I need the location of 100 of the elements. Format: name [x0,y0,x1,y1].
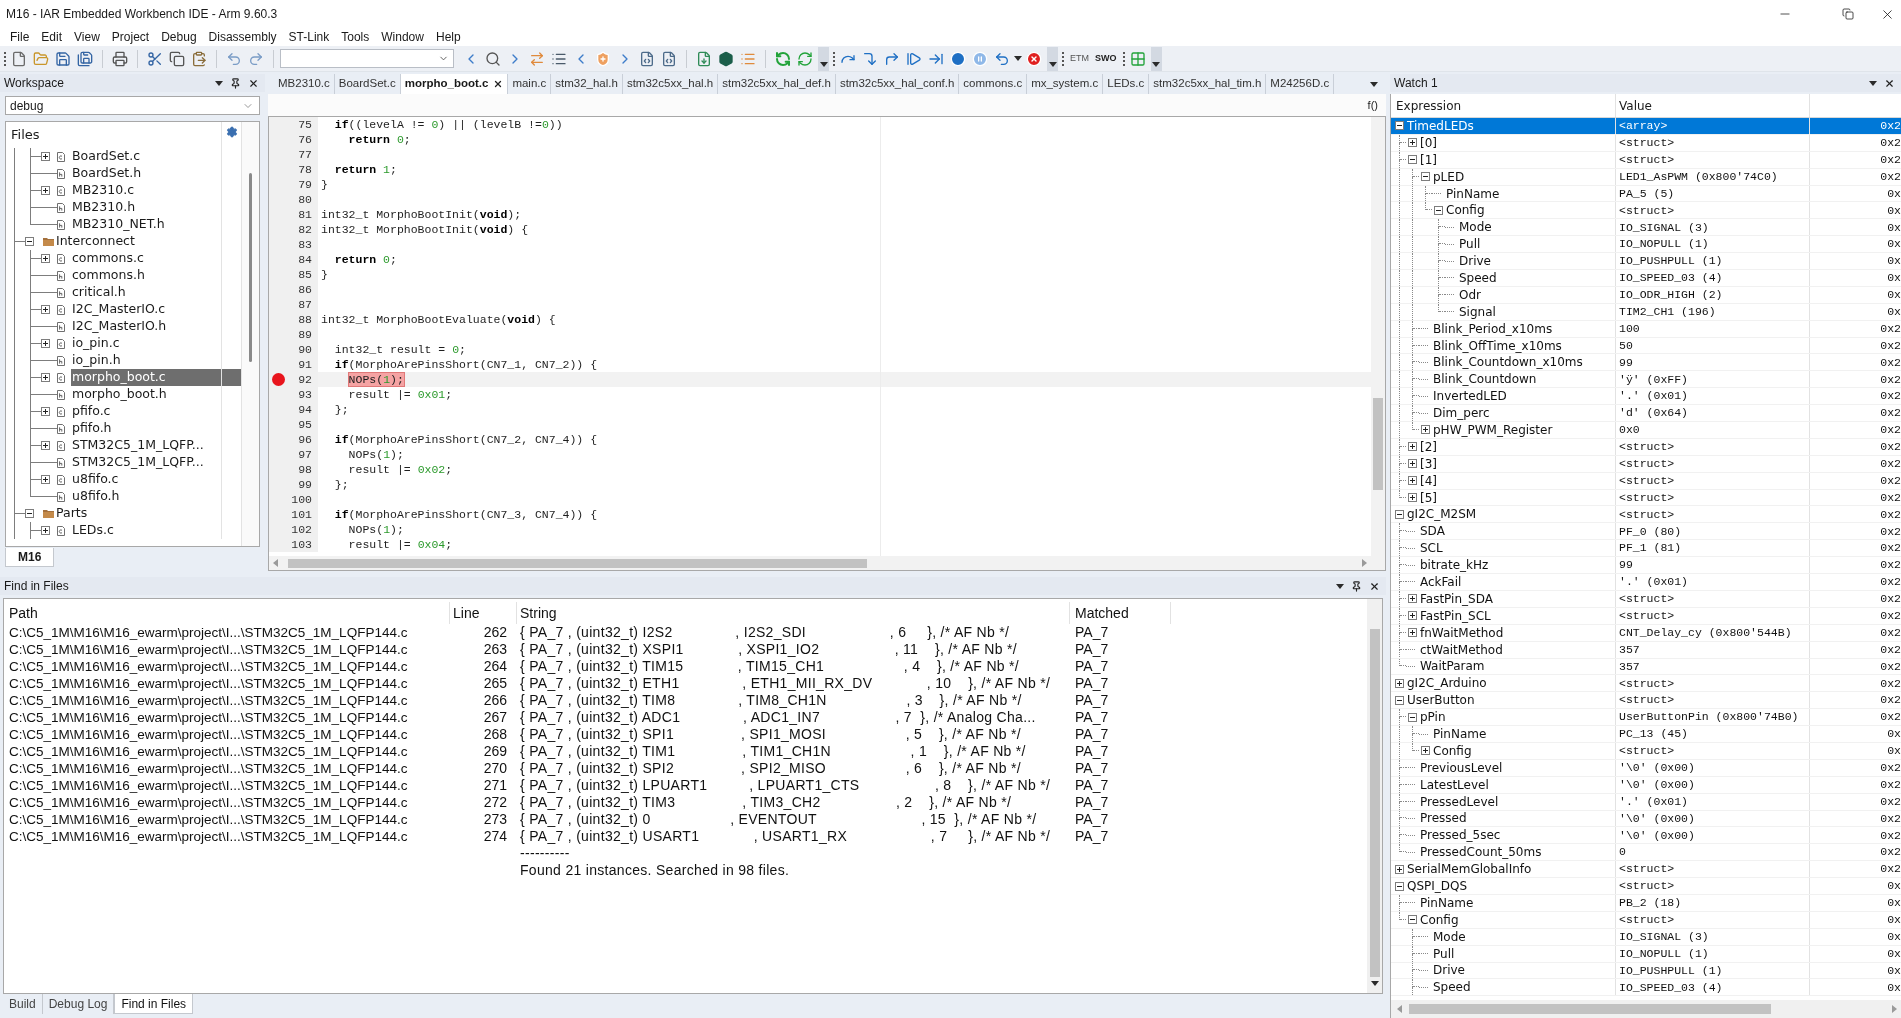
watch-row[interactable]: Mode IO_SIGNAL (3) 0x [1391,219,1901,237]
scrollbar-thumb[interactable] [1373,398,1383,490]
menu-item[interactable]: View [68,29,106,45]
column-header[interactable]: Files [11,125,40,145]
close-icon[interactable] [248,77,259,89]
panel-tab[interactable]: Build [3,994,43,1014]
return-arrow-icon[interactable] [994,50,1010,67]
watch-row[interactable]: UserButton <struct> 0x2 [1391,692,1901,710]
minus-box-icon[interactable] [1395,695,1404,705]
search-icon[interactable] [485,50,501,67]
watch-row[interactable]: Speed IO_SPEED_03 (4) 0x [1391,979,1901,997]
plus-box-icon[interactable] [1395,678,1404,688]
plus-box-icon[interactable] [1408,594,1417,604]
overflow-arrow-icon[interactable] [1048,61,1057,67]
menu-item[interactable]: Edit [35,29,69,45]
result-row[interactable]: C:\C5_1M\M16\M16_ewarm\project\I...\STM32C5_1M_LQFP144.c 272 { PA_7 , (uint32_t) TIM3 , TIM3_CH2 , 2 }, /* AF Nb */ PA_7 [4,794,1367,811]
column-header[interactable]: Expression [1396,96,1462,115]
menu-item[interactable]: File [4,29,36,45]
result-row[interactable]: C:\C5_1M\M16\M16_ewarm\project\I...\STM32C5_1M_LQFP144.c 269 { PA_7 , (uint32_t) TIM1 , TIM1_CH1N , 1 }, /* AF Nb */ PA_7 [4,743,1367,760]
watch-row[interactable]: Speed IO_SPEED_03 (4) 0x [1391,270,1901,287]
result-row[interactable]: C:\C5_1M\M16\M16_ewarm\project\I...\STM32C5_1M_LQFP144.c 263 { PA_7 , (uint32_t) XSPI1 , XSPI1_IO2 , 11 }, /* AF Nb */ PA_7 [4,641,1367,658]
scrollbar-thumb[interactable] [249,173,252,362]
menu-item[interactable]: Tools [335,29,376,45]
printer-icon[interactable] [112,50,128,67]
watch-row[interactable]: SCL PF_1 (81) 0x2 [1391,540,1901,558]
plus-box-icon[interactable] [1408,442,1417,452]
clipboard-icon[interactable] [191,50,207,67]
corner-arrow-icon[interactable] [862,50,878,67]
close-icon[interactable] [1884,77,1895,89]
breakpoint-icon[interactable] [271,373,285,386]
minus-box-icon[interactable] [1395,121,1404,131]
plus-box-icon[interactable] [41,407,50,416]
plus-box-icon[interactable] [41,526,50,535]
plus-box-icon[interactable] [41,254,50,263]
plus-box-icon[interactable] [1421,746,1430,756]
scissors-icon[interactable] [147,50,163,67]
watch-row[interactable]: Config <struct> 0x [1391,202,1901,220]
watch-row[interactable]: Blink_Countdown 'ÿ' (0xFF) 0x2 [1391,371,1901,389]
column-header[interactable]: Path [9,602,38,624]
watch-row[interactable]: pPin UserButtonPin (0x800'74B0) 0x2 [1391,709,1901,727]
close-icon[interactable] [1369,580,1380,592]
minus-box-icon[interactable] [1421,172,1430,182]
combo-field[interactable] [280,49,454,68]
play-icon[interactable] [950,50,966,67]
watch-row[interactable]: SerialMemGlobalInfo <struct> 0x2 [1391,861,1901,879]
toolbar-handle[interactable] [1150,46,1162,71]
column-header[interactable]: Line [453,602,480,624]
plus-box-icon[interactable] [41,339,50,348]
result-row[interactable]: C:\C5_1M\M16\M16_ewarm\project\I...\STM32C5_1M_LQFP144.c 268 { PA_7 , (uint32_t) SPI1 , SPI1_MOSI , 5 }, /* AF Nb */ PA_7 [4,726,1367,743]
minus-box-icon[interactable] [1434,205,1443,215]
plus-box-icon[interactable] [1408,138,1417,148]
watch-row[interactable]: pHW_PWM_Register 0x0 0x2 [1391,422,1901,439]
result-row[interactable]: C:\C5_1M\M16\M16_ewarm\project\I...\STM32C5_1M_LQFP144.c 271 { PA_7 , (uint32_t) LPUART1 , LPUART1_CTS , 8 }, /* AF Nb */ PA_7 [4,777,1367,794]
tree-item[interactable]: morpho_boot.c [71,369,241,386]
watch-row[interactable]: Pressed_5sec '\0' (0x00) 0x2 [1391,827,1901,845]
trace-button[interactable]: SWO [1094,50,1118,67]
scrollbar-thumb[interactable] [1369,629,1380,977]
configuration-dropdown[interactable]: debug [5,96,260,115]
plus-box-icon[interactable] [41,373,50,382]
copy-icon[interactable] [169,50,185,67]
watch-row[interactable]: QSPI_DQS <struct> 0x [1391,878,1901,895]
save-icon[interactable] [55,50,71,67]
plus-box-icon[interactable] [41,186,50,195]
watch-row[interactable]: AckFail '.' (0x01) 0x2 [1391,574,1901,591]
watch-row[interactable]: SDA PF_0 (80) 0x2 [1391,523,1901,541]
overflow-arrow-icon[interactable] [819,61,828,67]
minus-box-icon[interactable] [1408,712,1417,722]
watch-row[interactable]: TimedLEDs <array> 0x2 [1391,118,1901,135]
function-button[interactable]: f() [1365,99,1380,111]
file-code-icon[interactable] [639,50,655,67]
watch-row[interactable]: Blink_Countdown_x10ms 99 0x2 [1391,354,1901,372]
dropdown-arrow-icon[interactable] [1336,583,1344,589]
minus-box-icon[interactable] [25,509,34,518]
scrollbar-thumb[interactable] [1409,1004,1771,1014]
pin-icon[interactable] [230,77,241,89]
x-circle-icon[interactable] [1026,50,1042,67]
corner-arrow-icon[interactable] [884,50,900,67]
close-icon[interactable] [493,79,504,89]
minus-box-icon[interactable] [1395,509,1404,519]
result-row[interactable]: C:\C5_1M\M16\M16_ewarm\project\I...\STM32C5_1M_LQFP144.c 265 { PA_7 , (uint32_t) ETH1 , ETH1_MII_RX_DV , 10 }, /* AF Nb */ PA_7 [4,675,1367,692]
watch-row[interactable]: gI2C_Arduino <struct> 0x2 [1391,675,1901,693]
result-row[interactable]: C:\C5_1M\M16\M16_ewarm\project\I...\STM32C5_1M_LQFP144.c 274 { PA_7 , (uint32_t) USART1 , USART1_RX , 7 }, /* AF Nb */ PA_7 [4,828,1367,845]
watch-row[interactable]: InvertedLED '.' (0x01) 0x2 [1391,388,1901,406]
watch-row[interactable]: PressedCount_50ms 0 0x2 [1391,844,1901,862]
result-row[interactable]: C:\C5_1M\M16\M16_ewarm\project\I...\STM32C5_1M_LQFP144.c 264 { PA_7 , (uint32_t) TIM15 , TIM15_CH1 , 4 }, /* AF Nb */ PA_7 [4,658,1367,675]
plus-box-icon[interactable] [41,475,50,484]
pin-icon[interactable] [1351,580,1362,592]
dropdown-arrow-icon[interactable] [1869,80,1877,86]
watch-row[interactable]: Dim_perc 'd' (0x64) 0x2 [1391,405,1901,423]
minus-box-icon[interactable] [25,237,34,246]
minus-box-icon[interactable] [1408,155,1417,165]
plus-box-icon[interactable] [41,305,50,314]
column-header[interactable]: Matched [1075,602,1129,624]
result-row[interactable]: C:\C5_1M\M16\M16_ewarm\project\I...\STM32C5_1M_LQFP144.c 266 { PA_7 , (uint32_t) TIM8 , TIM8_CH1N , 3 }, /* AF Nb */ PA_7 [4,692,1367,709]
watch-row[interactable]: gI2C_M2SM <struct> 0x2 [1391,506,1901,524]
menu-item[interactable]: Window [375,29,430,45]
menu-item[interactable]: Debug [155,29,203,45]
plus-box-icon[interactable] [1395,864,1404,874]
menu-item[interactable]: Project [105,29,156,45]
watch-row[interactable]: Pull IO_NOPULL (1) 0x [1391,236,1901,254]
